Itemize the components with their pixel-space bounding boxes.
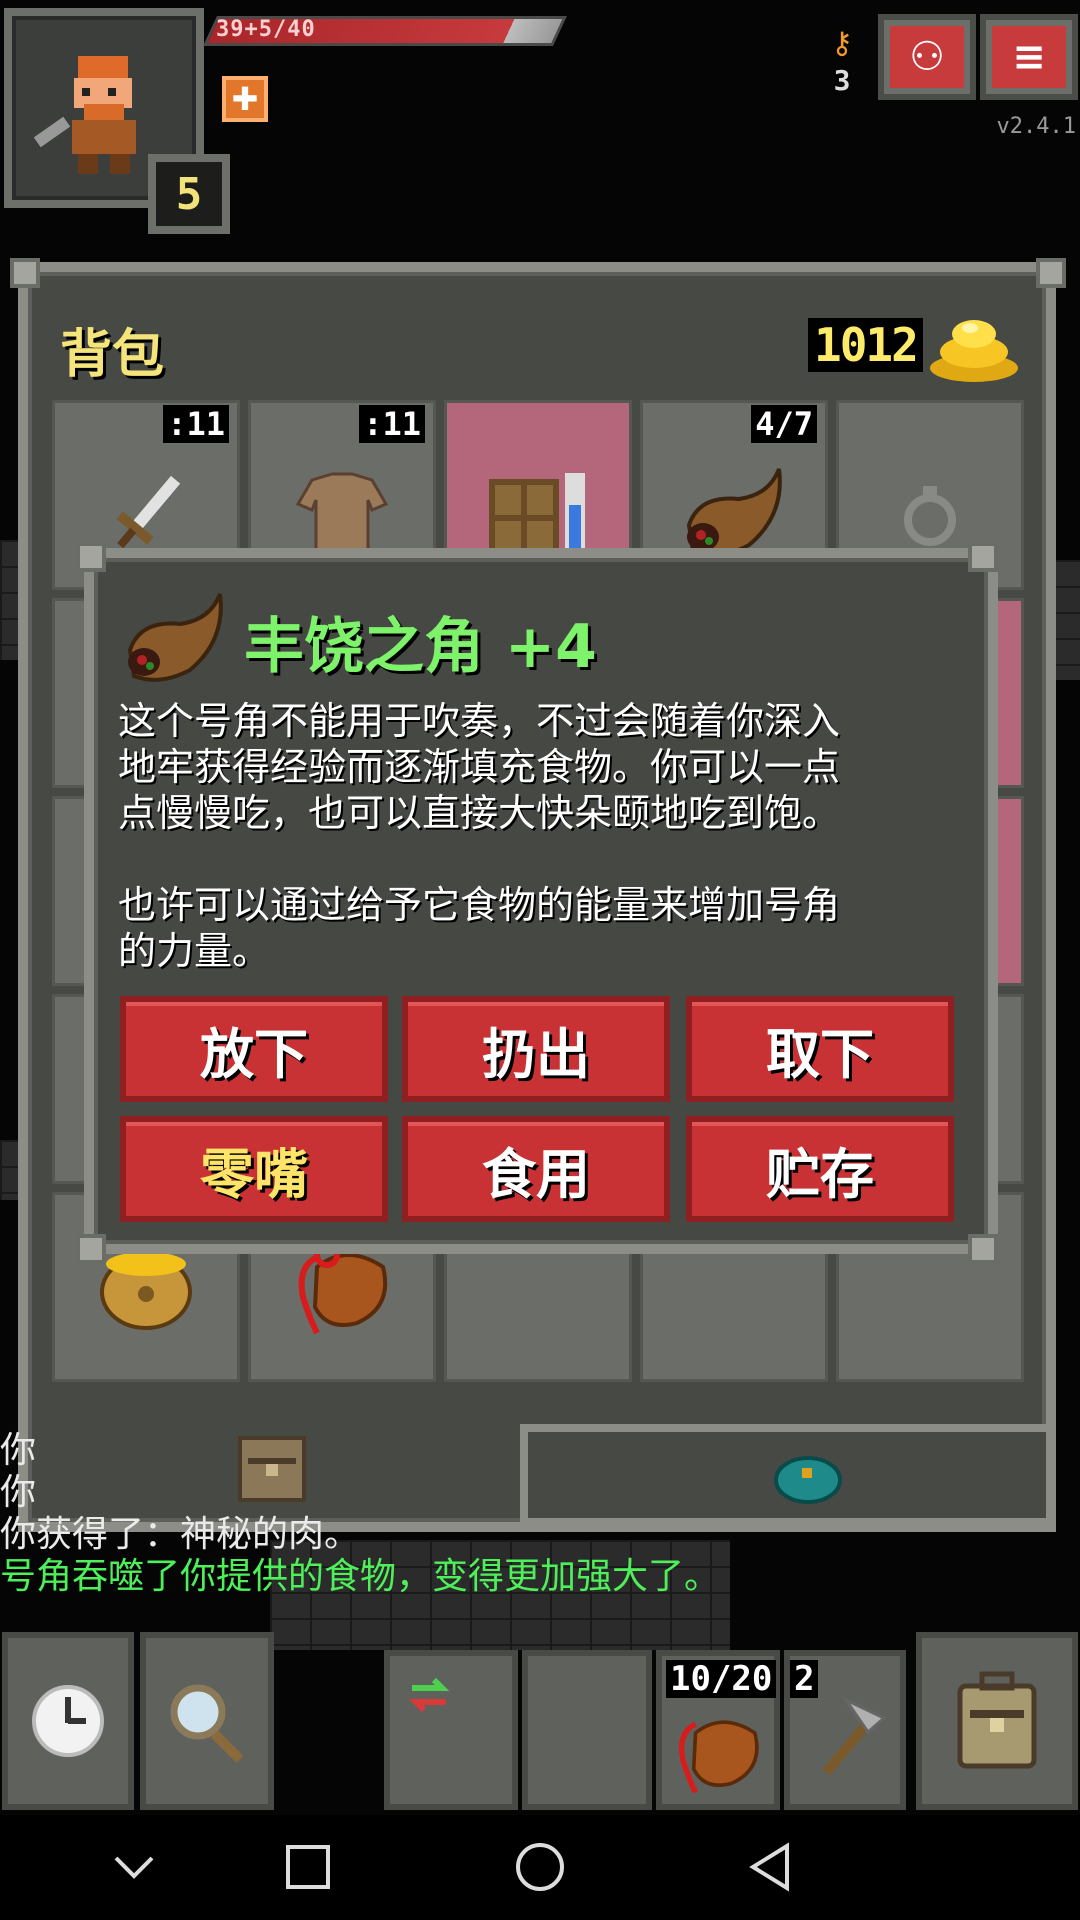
swap-quickslot-button[interactable] [384, 1650, 518, 1810]
game-log: 你 你 你获得了：神秘的肉。 号角吞噬了你提供的食物，变得更加强大了。 [0, 1430, 880, 1598]
throw-button[interactable]: 扔出 [402, 996, 670, 1102]
buff-icon[interactable]: ✚ [222, 76, 268, 122]
gold-amount: 1012 [808, 318, 923, 372]
eat-button[interactable]: 食用 [402, 1116, 670, 1222]
item-title: 丰饶之角 +4 [244, 612, 597, 682]
quickslot-meat[interactable]: 10/20 [656, 1650, 780, 1810]
log-line: 你获得了：神秘的肉。 [0, 1514, 361, 1555]
drop-button[interactable]: 放下 [120, 996, 388, 1102]
system-nav-bar [0, 1815, 1080, 1920]
window-corner [10, 258, 40, 288]
backpack-button[interactable] [916, 1632, 1078, 1810]
search-magnifier-icon [170, 1684, 244, 1763]
mystery-meat-icon [678, 1720, 759, 1794]
nav-home-button[interactable] [510, 1837, 570, 1897]
version-label: v2.4.1 [996, 114, 1076, 139]
key-icon: ⚷ [831, 26, 853, 61]
wait-clock-icon [32, 1685, 104, 1757]
dialog-corner [968, 1234, 998, 1264]
square-icon [286, 1845, 330, 1889]
chevron-down-icon [114, 1856, 154, 1879]
store-button[interactable]: 贮存 [686, 1116, 954, 1222]
nav-recents-button[interactable] [278, 1837, 338, 1897]
log-line: 你 [0, 1472, 37, 1513]
nav-back-button[interactable] [740, 1837, 800, 1897]
backpack-icon [957, 1671, 1037, 1769]
unequip-button[interactable]: 取下 [686, 996, 954, 1102]
snack-button[interactable]: 零嘴 [120, 1116, 388, 1222]
armor-icon [295, 472, 389, 558]
circle-icon [516, 1843, 564, 1891]
hero-level: 5 [148, 154, 230, 234]
horn-of-plenty-icon [127, 593, 223, 682]
menu-icon: ≡ [1012, 34, 1046, 80]
ring-placeholder-icon [904, 486, 956, 546]
dialog-corner [968, 542, 998, 572]
quickslot-pickaxe[interactable]: 2 [784, 1650, 906, 1810]
gold-pile-icon [930, 320, 1018, 382]
pickaxe-icon [822, 1696, 887, 1776]
search-button[interactable] [140, 1632, 274, 1810]
window-corner [1036, 258, 1066, 288]
wait-button[interactable] [2, 1632, 134, 1810]
quickslot-empty[interactable] [522, 1650, 652, 1810]
honeypot-icon [100, 1252, 192, 1330]
menu-button[interactable]: ≡ [980, 14, 1078, 100]
journal-button[interactable]: ⚇ [878, 14, 976, 100]
item-description: 这个号角不能用于吹奏，不过会随着你深入 地牢获得经验而逐渐填充食物。你可以一点 … [118, 699, 841, 973]
back-triangle-icon [749, 1842, 789, 1892]
journal-icon: ⚇ [909, 34, 945, 80]
dialog-corner [76, 1234, 106, 1264]
swap-icon [408, 1677, 450, 1713]
log-line: 号角吞噬了你提供的食物，变得更加强大了。 [0, 1556, 721, 1597]
backpack-title: 背包 [60, 325, 165, 385]
health-text: 39+5/40 [216, 17, 316, 42]
key-counter: ⚷ 3 [820, 24, 864, 104]
log-line: 你 [0, 1430, 37, 1471]
nav-hide-button[interactable] [104, 1837, 164, 1897]
dialog-corner [76, 542, 106, 572]
